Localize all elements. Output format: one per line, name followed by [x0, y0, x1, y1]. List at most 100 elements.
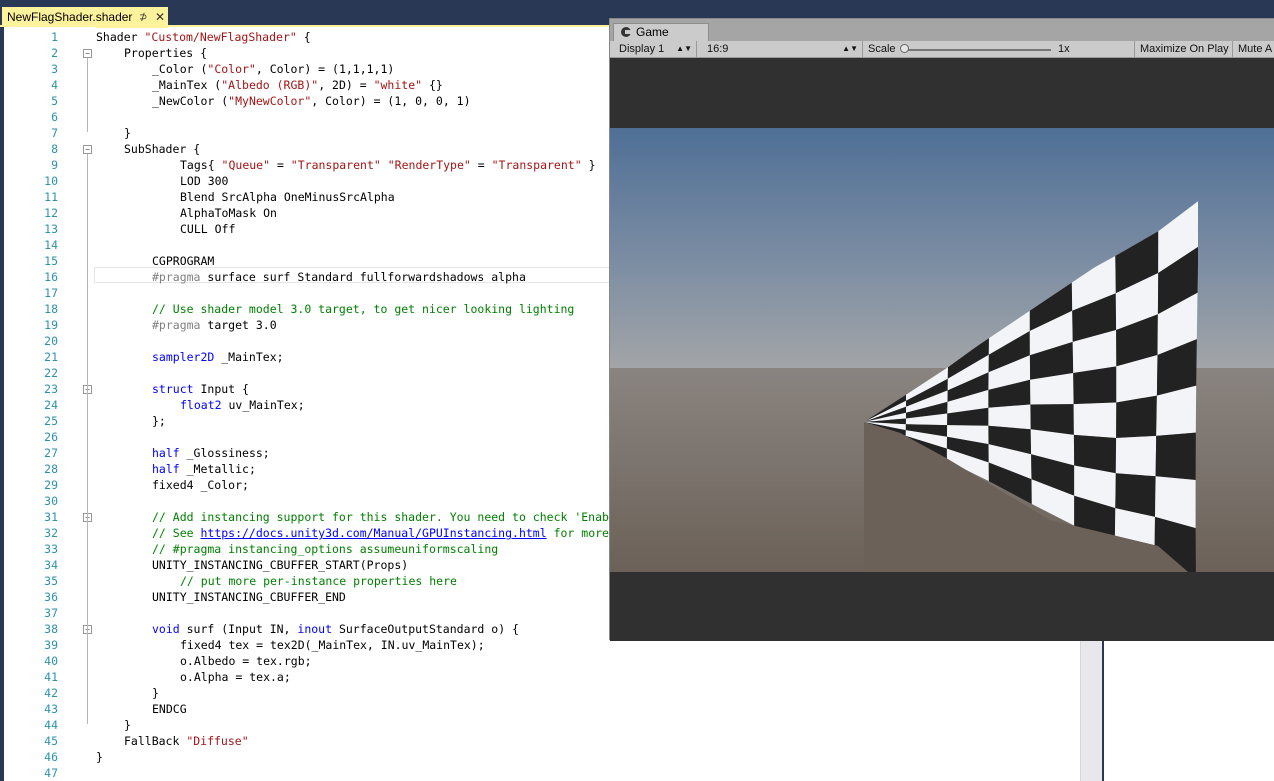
code-text: _Color ("Color", Color) = (1,1,1,1) — [152, 61, 394, 77]
display-dropdown[interactable]: Display 1 ▲▼ — [614, 41, 697, 57]
aspect-dropdown[interactable]: 16:9 ▲▼ — [702, 41, 863, 57]
code-token: ENDCG — [152, 702, 187, 716]
game-viewport[interactable] — [610, 58, 1274, 641]
code-token: fixed4 tex = tex2D(_MainTex, IN.uv_MainT… — [180, 638, 485, 652]
code-text: }; — [152, 413, 166, 429]
fold-guide — [87, 394, 88, 420]
line-number: 16 — [44, 270, 58, 284]
code-token: "Custom/NewFlagShader" — [144, 30, 297, 44]
code-token: float2 — [180, 398, 222, 412]
code-text: } — [124, 717, 131, 733]
rendered-scene — [610, 128, 1274, 572]
code-token: _MainTex ( — [152, 78, 222, 92]
checker-cell — [988, 404, 1031, 430]
line-number: 29 — [44, 478, 58, 492]
line-number: 31 — [44, 510, 58, 524]
code-line[interactable]: 45 FallBack "Diffuse" — [0, 733, 1080, 749]
line-number: 32 — [44, 526, 58, 540]
code-token: fixed4 _Color; — [152, 478, 249, 492]
code-token: "white" — [373, 78, 423, 92]
code-line[interactable]: 46} — [0, 749, 1080, 765]
code-token: UNITY_INSTANCING_CBUFFER_END — [152, 590, 346, 604]
code-text: // See https://docs.unity3d.com/Manual/G… — [152, 525, 609, 541]
checker-cell — [1116, 395, 1157, 438]
line-number: 8 — [51, 142, 58, 156]
code-text: CULL Off — [180, 221, 235, 237]
collapse-toggle-icon[interactable]: − — [83, 145, 92, 154]
line-number: 43 — [44, 702, 58, 716]
mute-audio-toggle[interactable]: Mute A — [1233, 41, 1274, 57]
code-text: ENDCG — [152, 701, 187, 717]
fold-guide — [87, 522, 88, 596]
code-text: } — [124, 125, 131, 141]
code-text: FallBack "Diffuse" — [124, 733, 249, 749]
code-link[interactable]: https://docs.unity3d.com/Manual/GPUInsta… — [200, 526, 546, 540]
code-line[interactable]: 41 o.Alpha = tex.a; — [0, 669, 1080, 685]
scale-slider-track[interactable] — [905, 49, 1051, 51]
code-text: void surf (Input IN, inout SurfaceOutput… — [152, 621, 519, 637]
code-token: surf (Input IN, — [179, 622, 298, 636]
code-token: // Use shader model 3.0 target, to get n… — [152, 302, 575, 316]
code-token: } — [581, 158, 596, 172]
code-line[interactable]: 40 o.Albedo = tex.rgb; — [0, 653, 1080, 669]
tab-game[interactable]: Game — [613, 23, 709, 41]
line-number: 41 — [44, 670, 58, 684]
game-controller-icon — [621, 27, 631, 37]
code-token: } — [152, 686, 159, 700]
checker-cell — [1073, 366, 1117, 405]
code-text: Properties { — [124, 45, 207, 61]
line-number: 22 — [44, 366, 58, 380]
code-token: FallBack — [124, 734, 187, 748]
code-token: Shader — [96, 30, 145, 44]
line-number: 25 — [44, 414, 58, 428]
code-token: "Color" — [207, 62, 256, 76]
collapse-toggle-icon[interactable]: − — [83, 49, 92, 58]
code-line[interactable]: 47 — [0, 765, 1080, 781]
code-token: } — [96, 750, 103, 764]
dropdown-arrow-icon: ▲▼ — [842, 44, 858, 53]
code-token: = — [470, 158, 492, 172]
code-token: "MyNewColor" — [228, 94, 312, 108]
code-text: AlphaToMask On — [180, 205, 277, 221]
line-number: 5 — [51, 94, 58, 108]
line-number: 11 — [44, 190, 58, 204]
code-line[interactable]: 42} — [0, 685, 1080, 701]
code-token: } — [124, 126, 131, 140]
fold-guide — [87, 634, 88, 692]
aspect-label: 16:9 — [707, 43, 729, 55]
scale-slider-thumb[interactable] — [900, 44, 909, 53]
code-text: UNITY_INSTANCING_CBUFFER_END — [152, 589, 346, 605]
code-token: "Transparent" — [290, 158, 381, 172]
line-number: 30 — [44, 494, 58, 508]
code-text: fixed4 _Color; — [152, 477, 249, 493]
checker-cell — [1073, 402, 1117, 438]
line-number: 13 — [44, 222, 58, 236]
maximize-label: Maximize On Play — [1140, 43, 1229, 55]
code-token: , 2D) = — [318, 78, 374, 92]
code-line[interactable]: 44} — [0, 717, 1080, 733]
maximize-on-play-toggle[interactable]: Maximize On Play — [1135, 41, 1233, 57]
code-token: surface surf Standard fullforwardshadows… — [200, 270, 526, 284]
code-token: o.Albedo = tex.rgb; — [180, 654, 312, 668]
code-token: }; — [152, 414, 166, 428]
code-text: o.Alpha = tex.a; — [180, 669, 291, 685]
line-number: 4 — [51, 78, 58, 92]
code-text: // Use shader model 3.0 target, to get n… — [152, 301, 574, 317]
scale-label: Scale — [868, 43, 896, 55]
code-line[interactable]: 43 ENDCG — [0, 701, 1080, 717]
code-token: uv_MainTex; — [221, 398, 305, 412]
code-token: UNITY_INSTANCING_CBUFFER_START(Props) — [152, 558, 409, 572]
code-token: "Transparent" — [491, 158, 582, 172]
tab-label: NewFlagShader.shader — [7, 10, 133, 24]
code-text: Blend SrcAlpha OneMinusSrcAlpha — [180, 189, 395, 205]
line-number: 23 — [44, 382, 58, 396]
mute-label: Mute A — [1238, 43, 1273, 55]
code-token: "RenderType" — [387, 158, 471, 172]
code-text: #pragma target 3.0 — [152, 317, 277, 333]
scale-value: 1x — [1058, 43, 1070, 55]
game-tab-label: Game — [636, 25, 669, 39]
line-number: 42 — [44, 686, 58, 700]
code-token: _Glossiness; — [179, 446, 270, 460]
line-number: 10 — [44, 174, 58, 188]
